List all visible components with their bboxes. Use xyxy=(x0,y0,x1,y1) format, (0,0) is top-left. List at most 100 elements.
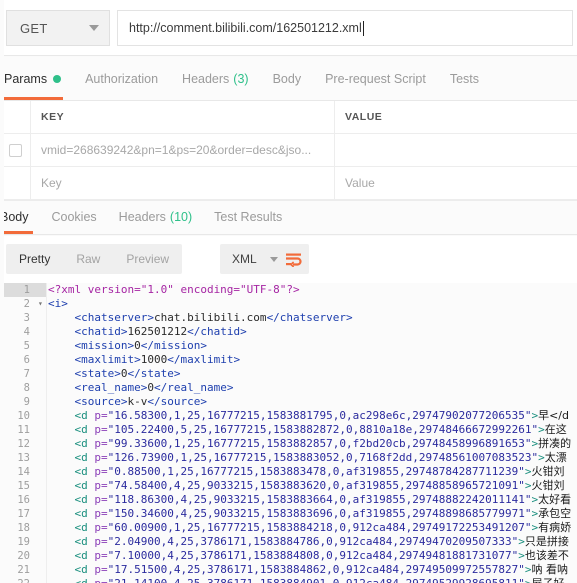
code-token: <d xyxy=(48,465,95,478)
code-line: 19 <d p="2.04900,4,25,3786171,1583884786… xyxy=(0,535,577,549)
code-token: p= xyxy=(94,521,108,534)
code-token: 也该差不 xyxy=(524,549,569,562)
code-token: "60.00900,1,25,16777215,1583884218,0,912… xyxy=(107,521,532,534)
code-token: <d xyxy=(48,479,95,492)
http-method-selector[interactable]: GET xyxy=(6,10,110,46)
tab-tests[interactable]: Tests xyxy=(438,57,491,100)
code-token: <d xyxy=(48,535,95,548)
view-mode-pretty[interactable]: Pretty xyxy=(6,244,63,274)
code-token: 火钳刘 xyxy=(531,465,565,478)
param-enable-checkbox[interactable] xyxy=(8,143,22,157)
param-key-cell[interactable]: vmid=268639242&pn=1&ps=20&order=desc&jso… xyxy=(31,134,335,166)
line-number: 7 xyxy=(23,368,30,380)
param-value-cell[interactable] xyxy=(335,134,577,166)
code-line-source: <d p="0.88500,1,25,16777215,1583883478,0… xyxy=(38,465,564,479)
code-token: 在这 xyxy=(544,423,567,436)
code-token: "0.88500,1,25,16777215,1583883478,0,af31… xyxy=(107,465,525,478)
code-token: </chatid> xyxy=(187,325,247,338)
code-token: 只是拼接 xyxy=(524,535,569,548)
code-token: "2.04900,4,25,3786171,1583884786,0,912ca… xyxy=(107,535,519,548)
code-line: 16 <d p="118.86300,4,25,9033215,15838836… xyxy=(0,493,577,507)
line-number: 19 xyxy=(17,536,30,548)
code-token: > xyxy=(518,549,525,562)
code-line: 20 <d p="7.10000,4,25,3786171,1583884808… xyxy=(0,549,577,563)
placeholder-value-cell[interactable]: Value xyxy=(335,167,577,199)
code-token: 拼凑的 xyxy=(538,437,572,450)
code-line: 6 <maxlimit>1000</maxlimit> xyxy=(0,353,577,367)
tab-response-body[interactable]: Body xyxy=(0,200,41,234)
tab-response-headers[interactable]: Headers (10) xyxy=(108,200,203,234)
code-line-source: <real_name>0</real_name> xyxy=(38,381,233,395)
code-token: 太好看 xyxy=(538,493,572,506)
code-line: 8 <real_name>0</real_name> xyxy=(0,381,577,395)
param-row-check-cell xyxy=(0,134,31,166)
code-line-source: <d p="74.58400,4,25,9033215,1583883620,0… xyxy=(38,479,564,493)
response-body-code-viewer[interactable]: 1 <?xml version="1.0" encoding="UTF-8"?> 2… xyxy=(0,283,577,583)
code-token: <d xyxy=(48,507,95,520)
code-token: "74.58400,4,25,9033215,1583883620,0,af31… xyxy=(107,479,525,492)
code-token: </maxlimit> xyxy=(167,353,241,366)
line-number: 18 xyxy=(17,522,30,534)
left-edge-strip xyxy=(0,0,4,583)
code-line: 9 <source>k-v</source> xyxy=(0,395,577,409)
code-token: <d xyxy=(48,549,95,562)
code-line-source: <d p="17.51500,4,25,3786171,1583884862,0… xyxy=(38,563,567,577)
code-token: 太漂 xyxy=(544,451,567,464)
code-token: 早</d xyxy=(538,409,569,422)
code-line-source: <d p="21.14100,4,25,3786171,1583884901,0… xyxy=(38,577,564,583)
placeholder-key-cell[interactable]: Key xyxy=(31,167,335,199)
code-token: 承包空 xyxy=(538,507,572,520)
new-param-value-input[interactable]: Value xyxy=(345,176,375,190)
code-line: 11 <d p="105.22400,5,25,16777215,1583882… xyxy=(0,423,577,437)
code-line: 21 <d p="17.51500,4,25,3786171,158388486… xyxy=(0,563,577,577)
tab-headers[interactable]: Headers (3) xyxy=(170,57,261,100)
tab-response-body-label: Body xyxy=(0,210,29,224)
params-header-row: KEY VALUE xyxy=(0,101,577,134)
tab-authorization[interactable]: Authorization xyxy=(73,57,170,100)
code-line-source: <maxlimit>1000</maxlimit> xyxy=(38,353,240,367)
params-placeholder-row[interactable]: Key Value xyxy=(0,167,577,200)
tab-test-results[interactable]: Test Results xyxy=(203,200,293,234)
url-input[interactable]: http://comment.bilibili.com/162501212.xm… xyxy=(117,10,573,46)
code-token: </state> xyxy=(127,367,181,380)
view-mode-raw[interactable]: Raw xyxy=(63,244,113,274)
line-number: 13 xyxy=(17,452,30,464)
code-token: p= xyxy=(94,549,108,562)
view-mode-preview[interactable]: Preview xyxy=(113,244,182,274)
line-number: 10 xyxy=(17,410,30,422)
code-token: "126.73900,1,25,16777215,1583883052,0,71… xyxy=(107,451,539,464)
table-row[interactable]: vmid=268639242&pn=1&ps=20&order=desc&jso… xyxy=(0,134,577,167)
param-key-input[interactable]: vmid=268639242&pn=1&ps=20&order=desc&jso… xyxy=(41,143,311,157)
params-header-key-cell: KEY xyxy=(31,101,335,133)
code-token: p= xyxy=(94,507,108,520)
code-token: p= xyxy=(94,465,108,478)
code-token: "7.10000,4,25,3786171,1583884808,0,912ca… xyxy=(107,549,519,562)
tab-body[interactable]: Body xyxy=(261,57,314,100)
code-token: <source> xyxy=(48,395,128,408)
code-line: 18 <d p="60.00900,1,25,16777215,15838842… xyxy=(0,521,577,535)
code-line: 3 <chatserver>chat.bilibili.com</chatser… xyxy=(0,311,577,325)
code-line-source: <mission>0</mission> xyxy=(38,339,207,353)
line-number: 9 xyxy=(23,396,30,408)
code-token: "17.51500,4,25,3786171,1583884862,0,912c… xyxy=(107,563,525,576)
placeholder-check-cell xyxy=(0,167,31,199)
code-token: 屋子好 xyxy=(531,577,564,583)
code-token: p= xyxy=(94,409,108,422)
fold-toggle-icon[interactable]: ▾ xyxy=(38,297,46,311)
code-token: <i> xyxy=(48,297,68,310)
code-line: 14 <d p="0.88500,1,25,16777215,158388347… xyxy=(0,465,577,479)
code-token: <d xyxy=(48,577,94,583)
word-wrap-button[interactable] xyxy=(278,244,309,274)
tab-cookies[interactable]: Cookies xyxy=(41,200,108,234)
code-token: </mission> xyxy=(140,339,207,352)
code-line-source: <chatid>162501212</chatid> xyxy=(38,325,247,339)
new-param-key-input[interactable]: Key xyxy=(41,176,62,190)
code-line: 7 <state>0</state> xyxy=(0,367,577,381)
tab-params[interactable]: Params xyxy=(0,57,73,100)
line-number: 8 xyxy=(23,382,30,394)
tab-pre-request-script[interactable]: Pre-request Script xyxy=(313,57,438,100)
code-line-source: <d p="60.00900,1,25,16777215,1583884218,… xyxy=(38,521,571,535)
code-token: "105.22400,5,25,16777215,1583882872,0,88… xyxy=(107,423,539,436)
params-header-value-label: VALUE xyxy=(345,111,383,123)
code-token: <d xyxy=(48,423,95,436)
